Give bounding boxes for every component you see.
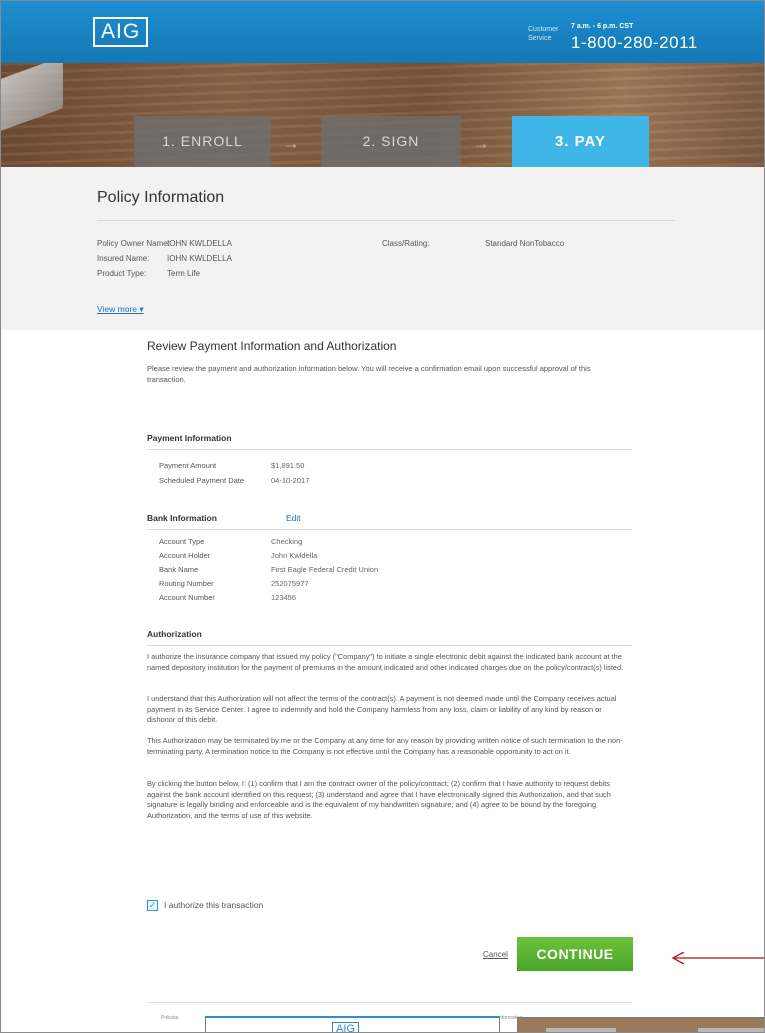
step-arrow-icon: → — [282, 133, 300, 153]
authorize-checkbox-label[interactable]: I authorize this transaction — [164, 900, 263, 910]
policy-information-section: Policy Information Policy Owner Name: IO… — [1, 167, 764, 330]
payment-amount-value: $1,891.50 — [271, 461, 305, 470]
account-number-value: 123456 — [271, 593, 297, 602]
step-enroll: 1. ENROLL — [134, 116, 271, 167]
account-type-value: Checking — [271, 537, 303, 546]
payment-date-value: 04-10-2017 — [271, 476, 310, 485]
routing-number-label: Routing Number — [159, 579, 214, 588]
annotation-arrow-icon — [671, 952, 764, 964]
bank-name-value: First Eagle Federal Credit Union — [271, 565, 379, 574]
footer-text: Policies — [161, 1015, 179, 1021]
routing-number-value: 252075977 — [271, 579, 309, 588]
payment-amount-label: Payment Amount — [159, 461, 217, 470]
authorization-paragraph: I understand that this Authorization wil… — [147, 694, 617, 725]
customer-service-label: Customer Service — [528, 25, 558, 43]
review-title: Review Payment Information and Authoriza… — [147, 339, 397, 353]
continue-button[interactable]: CONTINUE — [517, 937, 633, 971]
payment-date-label: Scheduled Payment Date — [159, 476, 245, 485]
account-holder-label: Account Holder — [159, 551, 211, 560]
step-arrow-icon: → — [472, 133, 490, 153]
review-payment-section: Review Payment Information and Authoriza… — [147, 339, 632, 911]
hero-banner: 1. ENROLL → 2. SIGN → 3. PAY — [1, 63, 764, 167]
step-sign: 2. SIGN — [321, 116, 461, 167]
service-label: Service — [528, 35, 552, 42]
view-more-link[interactable]: View more ▾ — [97, 304, 144, 315]
account-number-label: Account Number — [159, 593, 215, 602]
step-pay-active: 3. PAY — [512, 116, 649, 167]
policy-title: Policy Information — [97, 189, 225, 206]
policy-owner-value: IOHN KWLDELLA — [167, 239, 232, 248]
aig-logo[interactable]: AIG — [93, 17, 149, 47]
authorization-paragraph: By clicking the button below, I: (1) con… — [147, 779, 611, 820]
authorize-checkbox[interactable]: ✓ — [147, 900, 158, 911]
top-header-bar: AIG Customer Service 7 a.m. - 6 p.m. CST… — [1, 1, 764, 63]
insured-name-label: Insured Name: — [97, 254, 150, 263]
customer-service-phone[interactable]: 1-800-280-2011 — [571, 33, 698, 53]
class-rating-label: Class/Rating: — [382, 239, 430, 248]
divider — [147, 529, 632, 530]
authorization-paragraph: This Authorization may be terminated by … — [147, 736, 623, 756]
aig-logo-small: AIG — [332, 1022, 359, 1032]
overlapping-screenshot-thumbnail: AIG — [205, 1016, 500, 1032]
account-type-label: Account Type — [159, 537, 205, 546]
product-type-label: Product Type: — [97, 269, 147, 278]
overlapping-screenshot-thumbnail — [517, 1017, 764, 1032]
policy-owner-label: Policy Owner Name: — [97, 239, 170, 248]
payment-information-heading: Payment Information — [147, 433, 232, 443]
bank-name-label: Bank Name — [159, 565, 199, 574]
class-rating-value: Standard NonTobacco — [485, 239, 565, 248]
page: AIG Customer Service 7 a.m. - 6 p.m. CST… — [0, 0, 765, 1033]
product-type-value: Term Life — [167, 269, 200, 278]
bank-information-heading: Bank Information — [147, 513, 217, 523]
bank-edit-link[interactable]: Edit — [286, 513, 301, 523]
cancel-link[interactable]: Cancel — [483, 950, 508, 959]
customer-label: Customer — [528, 26, 559, 33]
authorization-paragraph: I authorize the insurance company that i… — [147, 652, 624, 672]
account-holder-value: John Kwldella — [271, 551, 318, 560]
divider — [147, 645, 632, 646]
divider — [97, 220, 675, 221]
authorization-heading: Authorization — [147, 629, 202, 639]
pen-image — [1, 63, 63, 134]
divider — [147, 449, 632, 450]
insured-name-value: IOHN KWLDELLA — [167, 254, 232, 263]
review-intro: Please review the payment and authorizat… — [147, 364, 591, 384]
footer-divider — [147, 1002, 632, 1003]
service-hours: 7 a.m. - 6 p.m. CST — [571, 23, 634, 30]
